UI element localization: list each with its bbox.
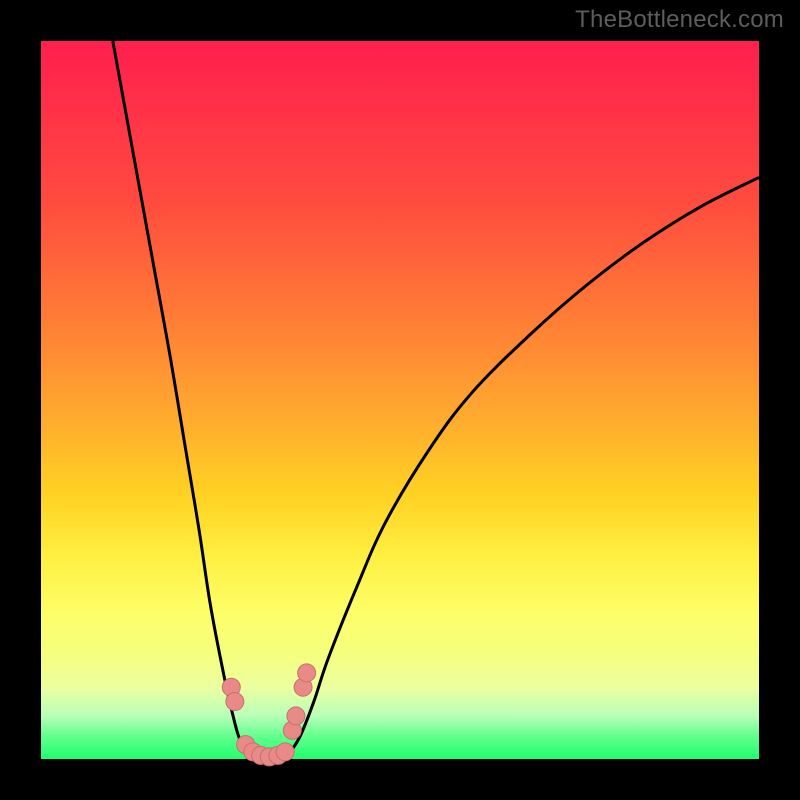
- watermark-text: TheBottleneck.com: [575, 6, 784, 34]
- data-marker: [276, 743, 294, 761]
- left-curve: [113, 41, 257, 759]
- data-markers: [222, 664, 315, 766]
- right-curve: [285, 177, 759, 759]
- data-marker: [287, 707, 305, 725]
- data-marker: [226, 693, 244, 711]
- curves-svg: [41, 41, 759, 759]
- plot-area: [41, 41, 759, 759]
- chart-frame: TheBottleneck.com: [0, 0, 800, 800]
- data-marker: [298, 664, 316, 682]
